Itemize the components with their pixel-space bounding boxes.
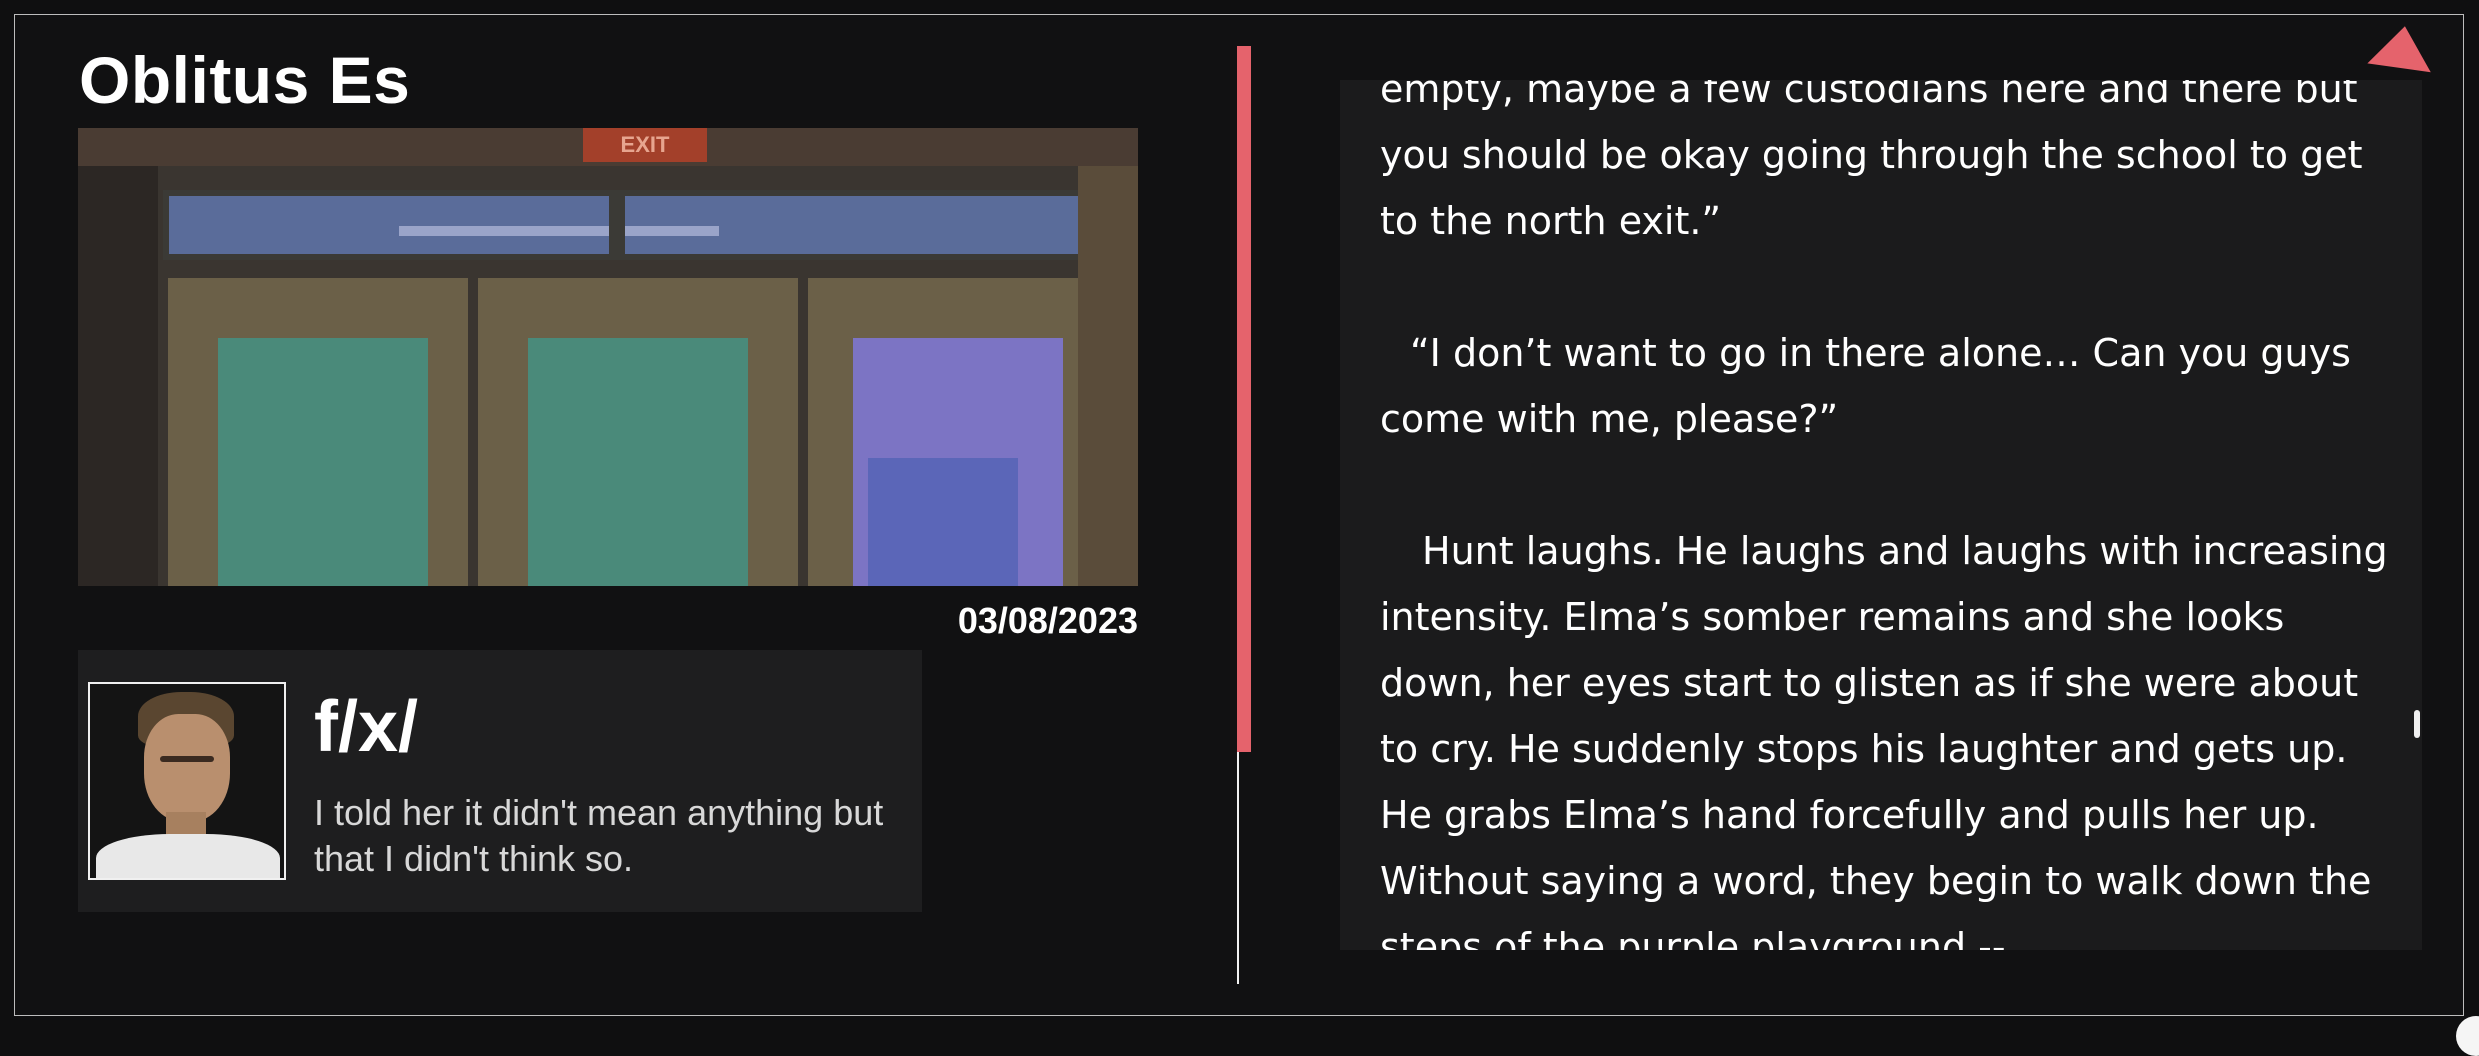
entry-photo: EXIT <box>78 128 1138 586</box>
scroll-thumb[interactable] <box>2414 710 2420 738</box>
entry-panel: Oblitus Es EXIT 03/08/2023 f/x/ I told h… <box>14 14 1244 1016</box>
triangle-arrow-icon[interactable] <box>2367 21 2437 73</box>
story-panel[interactable]: empty, maybe a few custodians here and t… <box>1340 80 2422 950</box>
story-paragraph: empty, maybe a few custodians here and t… <box>1380 80 2363 243</box>
entry-title: Oblitus Es <box>79 43 411 117</box>
author-quote: I told her it didn't mean anything but t… <box>314 792 884 879</box>
avatar[interactable] <box>88 682 286 880</box>
story-paragraph: “I don’t want to go in there alone… Can … <box>1380 331 2351 441</box>
entry-date: 03/08/2023 <box>957 600 1138 641</box>
story-text: empty, maybe a few custodians here and t… <box>1380 80 2400 950</box>
author-name[interactable]: f/x/ <box>314 686 418 768</box>
exit-sign: EXIT <box>583 128 707 162</box>
author-card[interactable]: f/x/ I told her it didn't mean anything … <box>78 650 922 912</box>
corner-bubble[interactable] <box>2456 1016 2479 1056</box>
accent-bar <box>1237 46 1251 752</box>
story-paragraph: Hunt laughs. He laughs and laughs with i… <box>1380 529 2388 950</box>
